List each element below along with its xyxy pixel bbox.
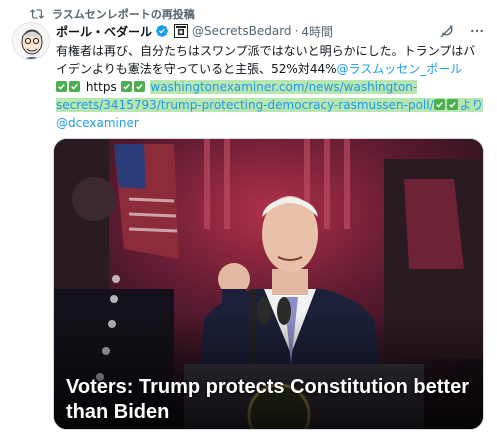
check-emoji-icon: [56, 81, 67, 92]
author-handle[interactable]: @SecretsBedard: [192, 24, 292, 38]
check-emoji-icon: [133, 81, 145, 92]
check-emoji-icon: [69, 81, 80, 92]
check-emoji-icon: [446, 99, 458, 110]
repost-label: ラスムセンレポートの再投稿: [52, 8, 195, 21]
more-icon[interactable]: [469, 23, 485, 39]
https-label: https: [85, 80, 117, 94]
article-url-part1[interactable]: washingtonexaminer.com/news/washington-: [150, 80, 418, 94]
source-mention-link[interactable]: @dcexaminer: [56, 116, 139, 130]
display-name[interactable]: ポール・ベダール: [56, 23, 152, 40]
separator-dot: ·: [294, 24, 299, 38]
card-headline: Voters: Trump protects Constitution bett…: [66, 376, 469, 423]
yori-text: より: [459, 98, 484, 112]
flag-icon: [174, 24, 189, 38]
link-preview-card[interactable]: Voters: Trump protects Constitution bett…: [53, 138, 484, 430]
avatar[interactable]: [12, 22, 50, 60]
repost-indicator[interactable]: ラスムセンレポートの再投稿: [30, 6, 195, 22]
tweet-header: ポール・ベダール @SecretsBedard · 4時間: [56, 22, 485, 40]
grok-icon[interactable]: [439, 23, 455, 39]
check-emoji-icon: [433, 99, 445, 110]
timestamp[interactable]: 4時間: [301, 23, 333, 40]
verified-icon: [156, 25, 168, 37]
mention-link[interactable]: @ラスムッセン_ポール: [337, 62, 463, 76]
article-url-part2[interactable]: secrets/3415793/trump-protecting-democra…: [56, 98, 434, 112]
repost-icon: [30, 9, 44, 19]
tweet-text: 有権者は再び、自分たちはスワンプ派ではないと明らかにした。トランプはバイデンより…: [56, 42, 484, 132]
check-emoji-icon: [120, 81, 132, 92]
avatar-caricature: [13, 23, 49, 59]
